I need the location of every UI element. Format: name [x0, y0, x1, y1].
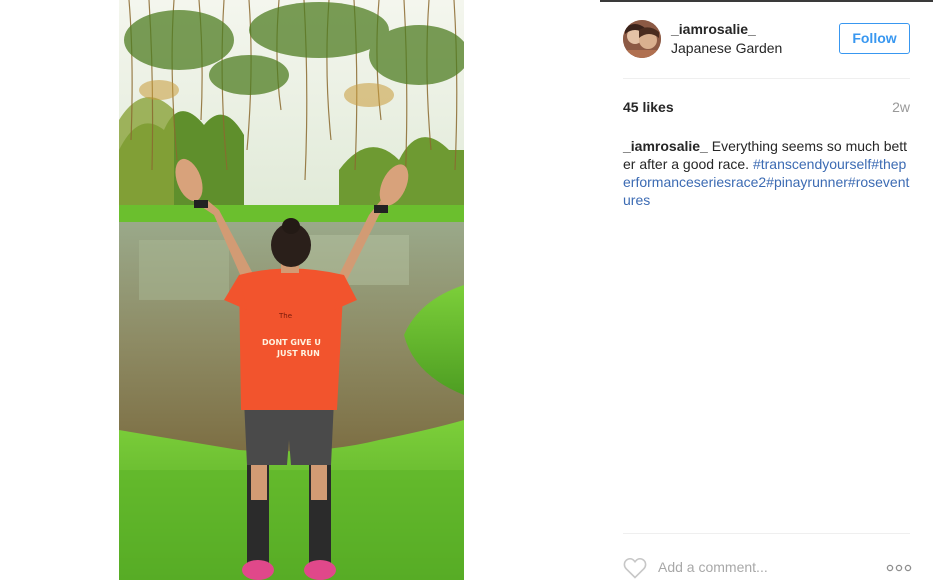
likes-count[interactable]: 45 likes [623, 99, 674, 115]
follow-button[interactable]: Follow [839, 23, 910, 54]
post-media-area: The DONT GIVE U JUST RUN [0, 0, 600, 580]
more-options-icon[interactable] [886, 563, 912, 573]
caption-username[interactable]: _iamrosalie_ [623, 138, 708, 154]
avatar[interactable] [623, 20, 661, 58]
shirt-text-line1: DONT GIVE U [262, 338, 321, 347]
post-timestamp[interactable]: 2w [892, 99, 910, 115]
header-divider [623, 78, 910, 79]
post-location[interactable]: Japanese Garden [671, 40, 782, 56]
heart-icon[interactable] [623, 557, 647, 579]
hashtag-link[interactable]: #pinayrunner [766, 174, 848, 190]
comment-divider [623, 533, 910, 534]
post-username[interactable]: _iamrosalie_ [671, 21, 756, 37]
comment-input[interactable] [658, 556, 858, 578]
shirt-text-line2: JUST RUN [276, 349, 320, 358]
post-photo[interactable]: The DONT GIVE U JUST RUN [119, 0, 464, 580]
post-sidebar: _iamrosalie_ Japanese Garden Follow 45 l… [600, 0, 933, 580]
shirt-text-the: The [278, 312, 292, 320]
post-header: _iamrosalie_ Japanese Garden Follow [623, 20, 910, 60]
hashtag-link[interactable]: #transcendyourself [753, 156, 871, 172]
post-caption: _iamrosalie_ Everything seems so much be… [623, 137, 910, 209]
